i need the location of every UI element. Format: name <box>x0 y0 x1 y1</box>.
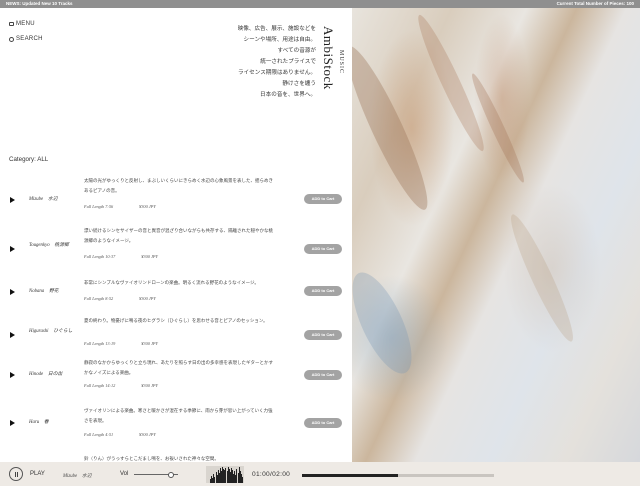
volume-knob[interactable] <box>168 471 175 478</box>
search-button[interactable]: SEARCH <box>9 36 43 42</box>
track-length: Full Length 10:37 <box>84 254 116 259</box>
track-meta: Full Length 4:51 ¥300 JPY <box>84 432 156 437</box>
tagline-line: 日本の音を、世界へ。 <box>260 92 316 98</box>
logo[interactable]: AmbiStock MUSIC <box>318 26 344 106</box>
track-price: ¥300 JPY <box>141 383 158 388</box>
add-to-cart-button[interactable]: ADD to Cart <box>304 194 342 204</box>
play-icon[interactable] <box>10 372 15 378</box>
add-to-cart-button[interactable]: ADD to Cart <box>304 244 342 254</box>
tagline: 映像、広告、展示、施設などを シーンや場所、用途は自由。 すべての音源が 統一さ… <box>226 24 316 101</box>
play-icon[interactable] <box>10 420 15 426</box>
track-name: Haru 春 <box>29 420 49 425</box>
track-name: Mizube 水辺 <box>29 197 58 202</box>
play-label[interactable]: PLAY <box>30 471 45 477</box>
menu-button[interactable]: MENU <box>9 21 35 27</box>
track-price: ¥300 JPY <box>139 204 156 209</box>
track-meta: Full Length 10:37 ¥300 JPY <box>84 254 158 259</box>
tagline-line: 静けさを纏う <box>282 81 316 87</box>
track-length: Full Length 7:56 <box>84 204 114 209</box>
track-description: 鈴（りん）がうっすらとこだまし鳴を、お祓いされた神々な空間。 <box>84 456 219 461</box>
track-length: Full Length 14:12 <box>84 383 116 388</box>
audio-player: PLAY Mizube 水辺 Vol 01:00/02:00 <box>0 462 640 486</box>
play-icon[interactable] <box>10 246 15 252</box>
tagline-line: 映像、広告、展示、施設などを <box>237 26 316 32</box>
tagline-line: すべての音源が <box>277 48 316 54</box>
hero-image <box>352 8 640 462</box>
logo-subtext: MUSIC <box>338 50 344 75</box>
content-panel: MENU SEARCH 映像、広告、展示、施設などを シーンや場所、用途は自由。… <box>0 8 352 462</box>
track-description: 夏の終わり。物憂げに鳴る夜のヒグラシ（ひぐらし）を思わせる音とピアノのセッション… <box>84 318 268 323</box>
track-price: ¥300 JPY <box>139 296 156 301</box>
search-label: SEARCH <box>16 36 43 42</box>
menu-label: MENU <box>16 21 35 27</box>
progress-fill <box>302 474 398 477</box>
track-meta: Full Length 8:52 ¥300 JPY <box>84 296 156 301</box>
play-icon[interactable] <box>10 197 15 203</box>
play-icon[interactable] <box>10 332 15 338</box>
progress-bar[interactable] <box>302 474 494 477</box>
track-description: 非常にシンプルなヴァイオリンドローンの楽曲。明るく流れる野花のようなイメージ。 <box>84 280 259 285</box>
add-to-cart-button[interactable]: ADD to Cart <box>304 330 342 340</box>
track-meta: Full Length 14:12 ¥300 JPY <box>84 383 158 388</box>
category-label: Category: ALL <box>9 156 49 163</box>
pause-button[interactable] <box>9 467 23 481</box>
news-text[interactable]: NEWS: Updated New 10 Tracks <box>6 0 73 8</box>
track-name: Nobana 野花 <box>29 289 59 294</box>
track-description: 太陽の光がゆっくりと反射し、まぶしいくらいにきらめく水辺の心象風景を表した、揺ら… <box>84 178 273 193</box>
waveform[interactable] <box>206 466 244 483</box>
track-name: Tougenkyo 桃源郷 <box>29 243 69 248</box>
add-to-cart-button[interactable]: ADD to Cart <box>304 286 342 296</box>
track-meta: Full Length 7:56 ¥300 JPY <box>84 204 156 209</box>
track-name: Higurashi ひぐらし <box>29 329 73 334</box>
add-to-cart-button[interactable]: ADD to Cart <box>304 418 342 428</box>
track-meta: Full Length 13:19 ¥300 JPY <box>84 341 158 346</box>
volume-label: Vol <box>120 471 129 477</box>
time-display: 01:00/02:00 <box>252 471 291 478</box>
track-length: Full Length 4:51 <box>84 432 114 437</box>
waveform-bar <box>241 477 243 483</box>
total-pieces-text: Current Total Number of Pieces: 100 <box>556 1 634 6</box>
track-price: ¥300 JPY <box>141 341 158 346</box>
logo-text: AmbiStock <box>321 26 336 90</box>
track-description: ヴァイオリンによる楽曲。寒さと暖かさが混在する季節に、雨から芽が思い上がっていく… <box>84 408 273 423</box>
menu-icon <box>9 21 14 27</box>
search-icon <box>9 36 14 42</box>
track-price: ¥300 JPY <box>141 254 158 259</box>
track-description: 漂い続けるシンセサイザーの音と異音が混ざり合いながらも共存する、隔離された穏やか… <box>84 228 273 243</box>
add-to-cart-button[interactable]: ADD to Cart <box>304 370 342 380</box>
tagline-line: シーンや場所、用途は自由。 <box>243 37 316 43</box>
current-track-name: Mizube 水辺 <box>63 474 92 479</box>
tagline-line: 統一されたプライスで <box>260 59 316 65</box>
track-name: Hinode 日の出 <box>29 372 63 377</box>
track-length: Full Length 8:52 <box>84 296 114 301</box>
play-icon[interactable] <box>10 289 15 295</box>
track-price: ¥300 JPY <box>139 432 156 437</box>
track-length: Full Length 13:19 <box>84 341 116 346</box>
track-description: 静寂のなかからゆっくりと立ち現れ、あたりを照らす日の出の多幸感を表現したギターと… <box>84 360 273 375</box>
tagline-line: ライセンス期限はありません。 <box>237 70 316 76</box>
news-bar: NEWS: Updated New 10 Tracks Current Tota… <box>0 0 640 8</box>
